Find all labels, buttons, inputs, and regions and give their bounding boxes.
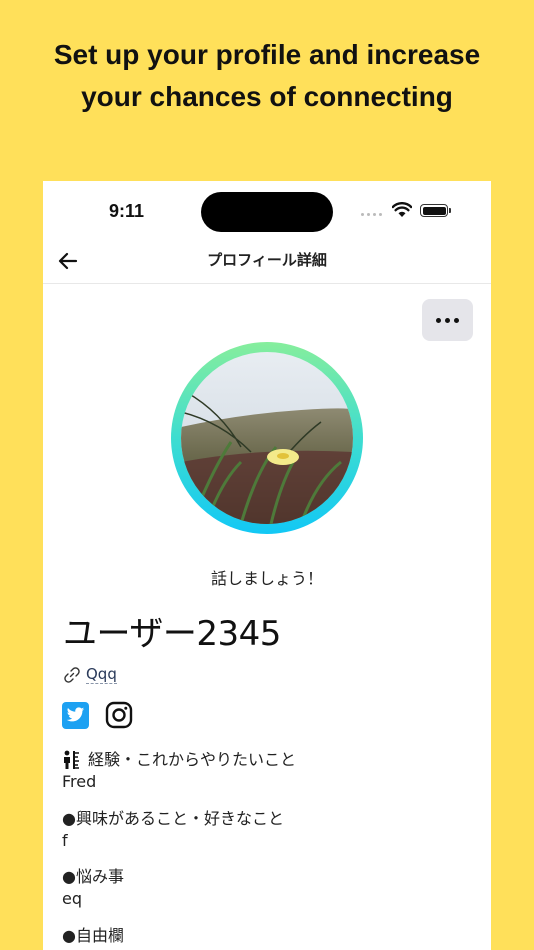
status-time: 9:11 xyxy=(109,201,145,221)
person-ruler-icon xyxy=(64,750,79,769)
section-title: 経験・これからやりたいこと xyxy=(88,750,297,769)
headline-line-2: your chances of connecting xyxy=(81,81,453,112)
more-dot-icon xyxy=(454,317,459,323)
section-worries: ●悩み事 eq xyxy=(62,866,124,910)
battery-cap xyxy=(449,208,451,213)
section-value: Fred xyxy=(62,772,97,791)
section-interests: ●興味があること・好きなこと f xyxy=(62,808,284,852)
headline: Set up your profile and increase your ch… xyxy=(0,34,534,118)
social-links xyxy=(62,701,133,729)
more-dot-icon xyxy=(445,317,450,323)
battery-icon xyxy=(420,204,448,217)
section-title: ●悩み事 xyxy=(62,867,124,886)
instagram-icon[interactable] xyxy=(105,701,133,729)
profile-tagline: 話しましょう！ xyxy=(210,569,323,588)
headline-line-1: Set up your profile and increase xyxy=(53,39,481,70)
cellular-signal-icon xyxy=(361,213,382,216)
avatar-ring xyxy=(171,342,363,534)
avatar[interactable] xyxy=(181,352,353,524)
profile-link[interactable]: Qqq xyxy=(63,665,117,684)
section-title: ●自由欄 xyxy=(62,926,124,945)
wifi-icon xyxy=(392,202,412,217)
status-bar: 9:11 xyxy=(43,181,491,241)
section-experience: 経験・これからやりたいこと Fred xyxy=(62,749,296,793)
dynamic-island xyxy=(201,192,333,232)
section-value: f xyxy=(62,831,68,850)
twitter-icon[interactable] xyxy=(62,701,89,729)
link-icon xyxy=(64,666,80,683)
nav-bar: プロフィール詳細 xyxy=(43,241,491,284)
profile-username: ユーザー2345 xyxy=(63,614,281,654)
page-title: プロフィール詳細 xyxy=(207,251,327,269)
section-free-text: ●自由欄 xyxy=(62,925,124,947)
more-options-button[interactable] xyxy=(422,299,473,341)
section-value: eq xyxy=(62,889,82,908)
profile-link-text[interactable]: Qqq xyxy=(86,665,117,684)
phone-screen: 9:11 プロフィール詳細 話しましょう！ ユーザー2345 Qqq 経験・これ… xyxy=(43,181,491,950)
more-dot-icon xyxy=(436,317,441,323)
section-title: ●興味があること・好きなこと xyxy=(62,809,284,828)
